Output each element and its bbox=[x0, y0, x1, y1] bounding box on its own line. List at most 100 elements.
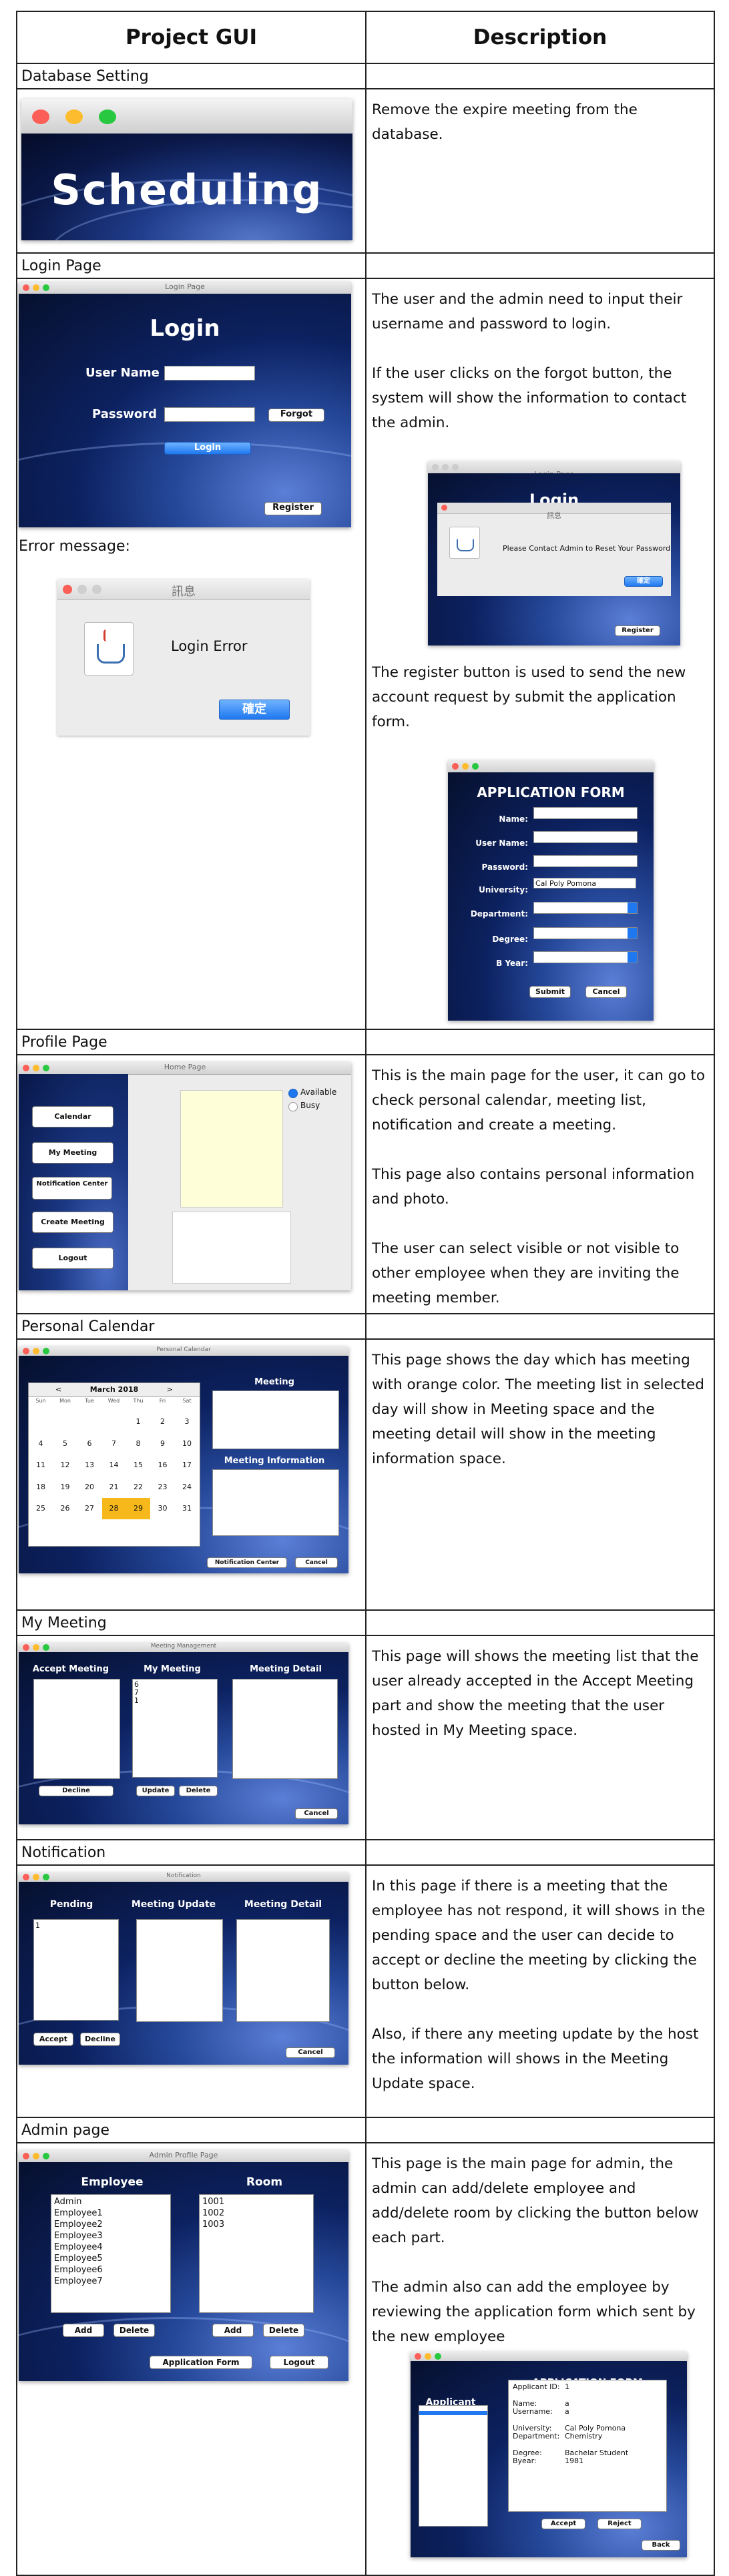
list-item[interactable]: 1 bbox=[134, 1697, 216, 1705]
list-item[interactable]: 6 bbox=[134, 1681, 216, 1689]
calendar-day[interactable]: 3 bbox=[175, 1411, 199, 1433]
calendar-day[interactable]: 21 bbox=[102, 1477, 126, 1498]
section-title: Admin page bbox=[16, 2117, 367, 2143]
calendar-day[interactable]: 11 bbox=[29, 1455, 53, 1476]
content-row-database: Scheduling Remove the expire meeting fro… bbox=[16, 88, 715, 254]
room-list[interactable]: 1001 1002 1003 bbox=[199, 2194, 314, 2313]
add-room-button[interactable]: Add bbox=[212, 2324, 254, 2337]
application-form-button[interactable]: Application Form bbox=[150, 2356, 252, 2369]
list-item[interactable]: 1003 bbox=[202, 2219, 310, 2230]
cancel-button[interactable]: Cancel bbox=[286, 2047, 335, 2058]
decline-button[interactable]: Decline bbox=[80, 2033, 120, 2046]
update-button[interactable]: Update bbox=[136, 1786, 175, 1796]
calendar-day[interactable]: 6 bbox=[77, 1433, 101, 1455]
calendar-day[interactable]: 14 bbox=[102, 1455, 126, 1476]
cancel-button[interactable]: Cancel bbox=[295, 1808, 338, 1819]
appform-university-input[interactable]: Cal Poly Pomona bbox=[533, 878, 636, 888]
list-item[interactable]: 7 bbox=[134, 1689, 216, 1697]
list-item[interactable]: Employee1 bbox=[54, 2208, 168, 2219]
next-month-button[interactable]: > bbox=[167, 1385, 173, 1394]
username-input[interactable] bbox=[164, 366, 255, 380]
delete-employee-button[interactable]: Delete bbox=[113, 2324, 155, 2337]
list-item[interactable]: Employee7 bbox=[54, 2276, 168, 2287]
register-button[interactable]: Register bbox=[264, 502, 322, 515]
calendar-day[interactable]: 30 bbox=[151, 1498, 175, 1519]
appform-submit-button[interactable]: Submit bbox=[529, 986, 571, 998]
appform-password-input[interactable] bbox=[533, 855, 638, 867]
calendar-button[interactable]: Calendar bbox=[32, 1106, 113, 1127]
cancel-button[interactable]: Cancel bbox=[295, 1557, 338, 1568]
calendar-day[interactable]: 18 bbox=[29, 1477, 53, 1498]
calendar-day[interactable]: 10 bbox=[175, 1433, 199, 1455]
calendar-day[interactable]: 22 bbox=[126, 1477, 150, 1498]
calendar-day[interactable]: 5 bbox=[53, 1433, 77, 1455]
decline-button[interactable]: Decline bbox=[39, 1786, 113, 1796]
delete-room-button[interactable]: Delete bbox=[263, 2324, 304, 2337]
calendar-day[interactable]: 29 bbox=[126, 1498, 150, 1519]
available-radio[interactable] bbox=[288, 1089, 298, 1098]
my-meeting-button[interactable]: My Meeting bbox=[32, 1142, 113, 1164]
calendar-day[interactable]: 15 bbox=[126, 1455, 150, 1476]
list-item[interactable]: Employee2 bbox=[54, 2219, 168, 2230]
meeting-update-list[interactable] bbox=[136, 1919, 223, 2022]
appform-year-select[interactable] bbox=[533, 951, 638, 963]
calendar-day[interactable]: 27 bbox=[77, 1498, 101, 1519]
appform-department-select[interactable] bbox=[533, 902, 638, 914]
reject-button[interactable]: Reject bbox=[597, 2519, 642, 2529]
accept-button[interactable]: Accept bbox=[541, 2519, 585, 2529]
calendar-day[interactable]: 17 bbox=[175, 1455, 199, 1476]
list-item[interactable]: 1002 bbox=[202, 2208, 310, 2219]
login-button[interactable]: Login bbox=[164, 442, 251, 455]
list-item[interactable]: Employee5 bbox=[54, 2253, 168, 2264]
logout-button[interactable]: Logout bbox=[32, 1248, 113, 1269]
calendar-day[interactable]: 13 bbox=[77, 1455, 101, 1476]
back-button[interactable]: Back bbox=[642, 2540, 680, 2551]
error-ok-button[interactable]: 確定 bbox=[219, 700, 290, 720]
list-item[interactable]: Employee6 bbox=[54, 2264, 168, 2276]
calendar-day[interactable]: 19 bbox=[53, 1477, 77, 1498]
list-item[interactable]: Employee4 bbox=[54, 2242, 168, 2253]
calendar-day[interactable]: 16 bbox=[151, 1455, 175, 1476]
calendar-day[interactable]: 25 bbox=[29, 1498, 53, 1519]
busy-radio[interactable] bbox=[288, 1102, 298, 1111]
employee-list[interactable]: Admin Employee1 Employee2 Employee3 Employee… bbox=[51, 2194, 171, 2313]
calendar-day[interactable]: 12 bbox=[53, 1455, 77, 1476]
selected-applicant[interactable] bbox=[419, 2411, 487, 2415]
calendar-day[interactable]: 26 bbox=[53, 1498, 77, 1519]
accept-meeting-list[interactable] bbox=[33, 1679, 120, 1779]
list-item[interactable]: Employee3 bbox=[54, 2230, 168, 2242]
forgot-button[interactable]: Forgot bbox=[268, 409, 324, 422]
add-employee-button[interactable]: Add bbox=[63, 2324, 104, 2337]
calendar-day[interactable]: 20 bbox=[77, 1477, 101, 1498]
calendar-day[interactable]: 2 bbox=[151, 1411, 175, 1433]
password-input[interactable] bbox=[164, 407, 255, 422]
calendar-day[interactable]: 4 bbox=[29, 1433, 53, 1455]
calendar-day[interactable]: 7 bbox=[102, 1433, 126, 1455]
calendar-day[interactable]: 1 bbox=[126, 1411, 150, 1433]
meeting-list[interactable] bbox=[212, 1390, 339, 1449]
notification-center-button[interactable]: Notification Center bbox=[32, 1177, 112, 1200]
calendar-day[interactable]: 9 bbox=[151, 1433, 175, 1455]
forgot-ok-button[interactable]: 確定 bbox=[624, 576, 663, 587]
list-item[interactable]: 1 bbox=[35, 1921, 117, 1930]
appform-cancel-button[interactable]: Cancel bbox=[585, 986, 627, 998]
delete-button[interactable]: Delete bbox=[179, 1786, 218, 1796]
my-meeting-list[interactable]: 6 7 1 bbox=[132, 1679, 218, 1778]
calendar-day[interactable]: 31 bbox=[175, 1498, 199, 1519]
section-title: Login Page bbox=[16, 252, 367, 279]
appform-name-input[interactable] bbox=[533, 807, 638, 819]
calendar-day[interactable]: 24 bbox=[175, 1477, 199, 1498]
applicant-list[interactable] bbox=[419, 2405, 488, 2527]
calendar-day[interactable]: 23 bbox=[151, 1477, 175, 1498]
list-item[interactable]: 1001 bbox=[202, 2196, 310, 2208]
appform-degree-select[interactable] bbox=[533, 927, 638, 939]
appform-username-input[interactable] bbox=[533, 831, 638, 843]
logout-button[interactable]: Logout bbox=[270, 2356, 328, 2369]
calendar-day[interactable]: 28 bbox=[101, 1498, 126, 1519]
accept-button[interactable]: Accept bbox=[33, 2033, 73, 2046]
list-item[interactable]: Admin bbox=[54, 2196, 168, 2208]
calendar-day[interactable]: 8 bbox=[126, 1433, 150, 1455]
create-meeting-button[interactable]: Create Meeting bbox=[32, 1212, 113, 1233]
pending-list[interactable]: 1 bbox=[33, 1919, 119, 2021]
notification-center-button[interactable]: Notification Center bbox=[207, 1557, 287, 1568]
